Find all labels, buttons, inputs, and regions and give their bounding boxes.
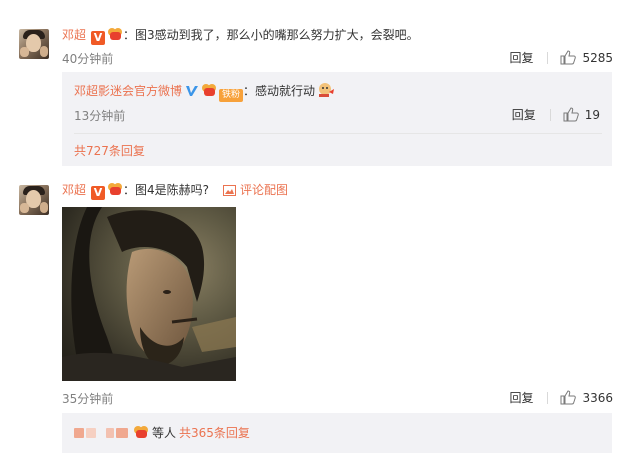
comment-time: 40分钟前	[62, 52, 114, 66]
more-replies-link[interactable]: 共365条回复	[179, 426, 250, 440]
like-count: 5285	[582, 50, 613, 65]
username-link[interactable]: 邓超	[62, 183, 86, 197]
avatar[interactable]	[19, 29, 49, 59]
thumbs-up-icon[interactable]	[563, 107, 579, 122]
reply-button[interactable]: 回复	[509, 49, 533, 66]
blurred-username	[116, 428, 128, 438]
verified-badge-icon: V	[91, 186, 106, 200]
others-text: 等人	[152, 426, 177, 440]
image-icon[interactable]	[223, 185, 237, 196]
comment-line: 邓超 V ：图4是陈赫吗? 评论配图	[62, 182, 288, 200]
vip-badge-icon	[202, 83, 217, 97]
blurred-username	[86, 428, 96, 438]
comment-actions: 回复 5285	[509, 49, 613, 66]
divider	[547, 51, 549, 64]
avatar[interactable]	[19, 185, 49, 215]
divider	[549, 108, 551, 121]
emoji-sticker-icon	[319, 83, 335, 97]
replies-box: 等人 共365条回复	[62, 413, 612, 453]
reply-button[interactable]: 回复	[509, 389, 533, 406]
vip-badge-icon	[108, 182, 123, 196]
divider	[547, 391, 549, 404]
verified-blue-v-icon	[186, 86, 199, 96]
like-count: 3366	[582, 390, 613, 405]
portrait-image	[62, 207, 236, 381]
subreply-text: ：感动就行动	[243, 84, 316, 98]
subreply-actions: 回复 19	[512, 106, 600, 123]
blurred-username	[74, 428, 84, 438]
blurred-username	[106, 428, 114, 438]
subreply-time: 13分钟前	[74, 109, 126, 123]
vip-badge-icon	[134, 425, 149, 439]
iron-fan-badge: 铁粉	[219, 89, 244, 102]
replier-summary: 等人 共365条回复	[74, 425, 250, 441]
thumbs-up-icon[interactable]	[560, 390, 577, 405]
thumbs-up-icon[interactable]	[560, 50, 577, 65]
vip-badge-icon	[108, 27, 123, 41]
comment-text: ：图3感动到我了，那么小的嘴那么努力扩大，会裂吧。	[123, 28, 419, 42]
comment-actions: 回复 3366	[509, 389, 613, 406]
comment-pic-link[interactable]: 评论配图	[240, 183, 288, 197]
subreply-reply-button[interactable]: 回复	[512, 106, 536, 123]
divider	[74, 133, 602, 134]
more-replies-link[interactable]: 共727条回复	[74, 142, 145, 159]
subreply-line: 邓超影迷会官方微博 铁粉 ：感动就行动	[74, 82, 335, 102]
comment-text: ：图4是陈赫吗?	[123, 183, 210, 197]
subreply-username-link[interactable]: 邓超影迷会官方微博	[74, 84, 182, 98]
subreply-like-count: 19	[584, 107, 600, 122]
comment-photo[interactable]	[62, 207, 236, 381]
username-link[interactable]: 邓超	[62, 28, 86, 42]
comment-line: 邓超 V ：图3感动到我了，那么小的嘴那么努力扩大，会裂吧。	[62, 27, 419, 45]
comment-time: 35分钟前	[62, 392, 114, 406]
verified-badge-icon: V	[91, 31, 106, 45]
replies-box: 邓超影迷会官方微博 铁粉 ：感动就行动 13分钟前 回复 19 共727条回复	[62, 72, 612, 166]
